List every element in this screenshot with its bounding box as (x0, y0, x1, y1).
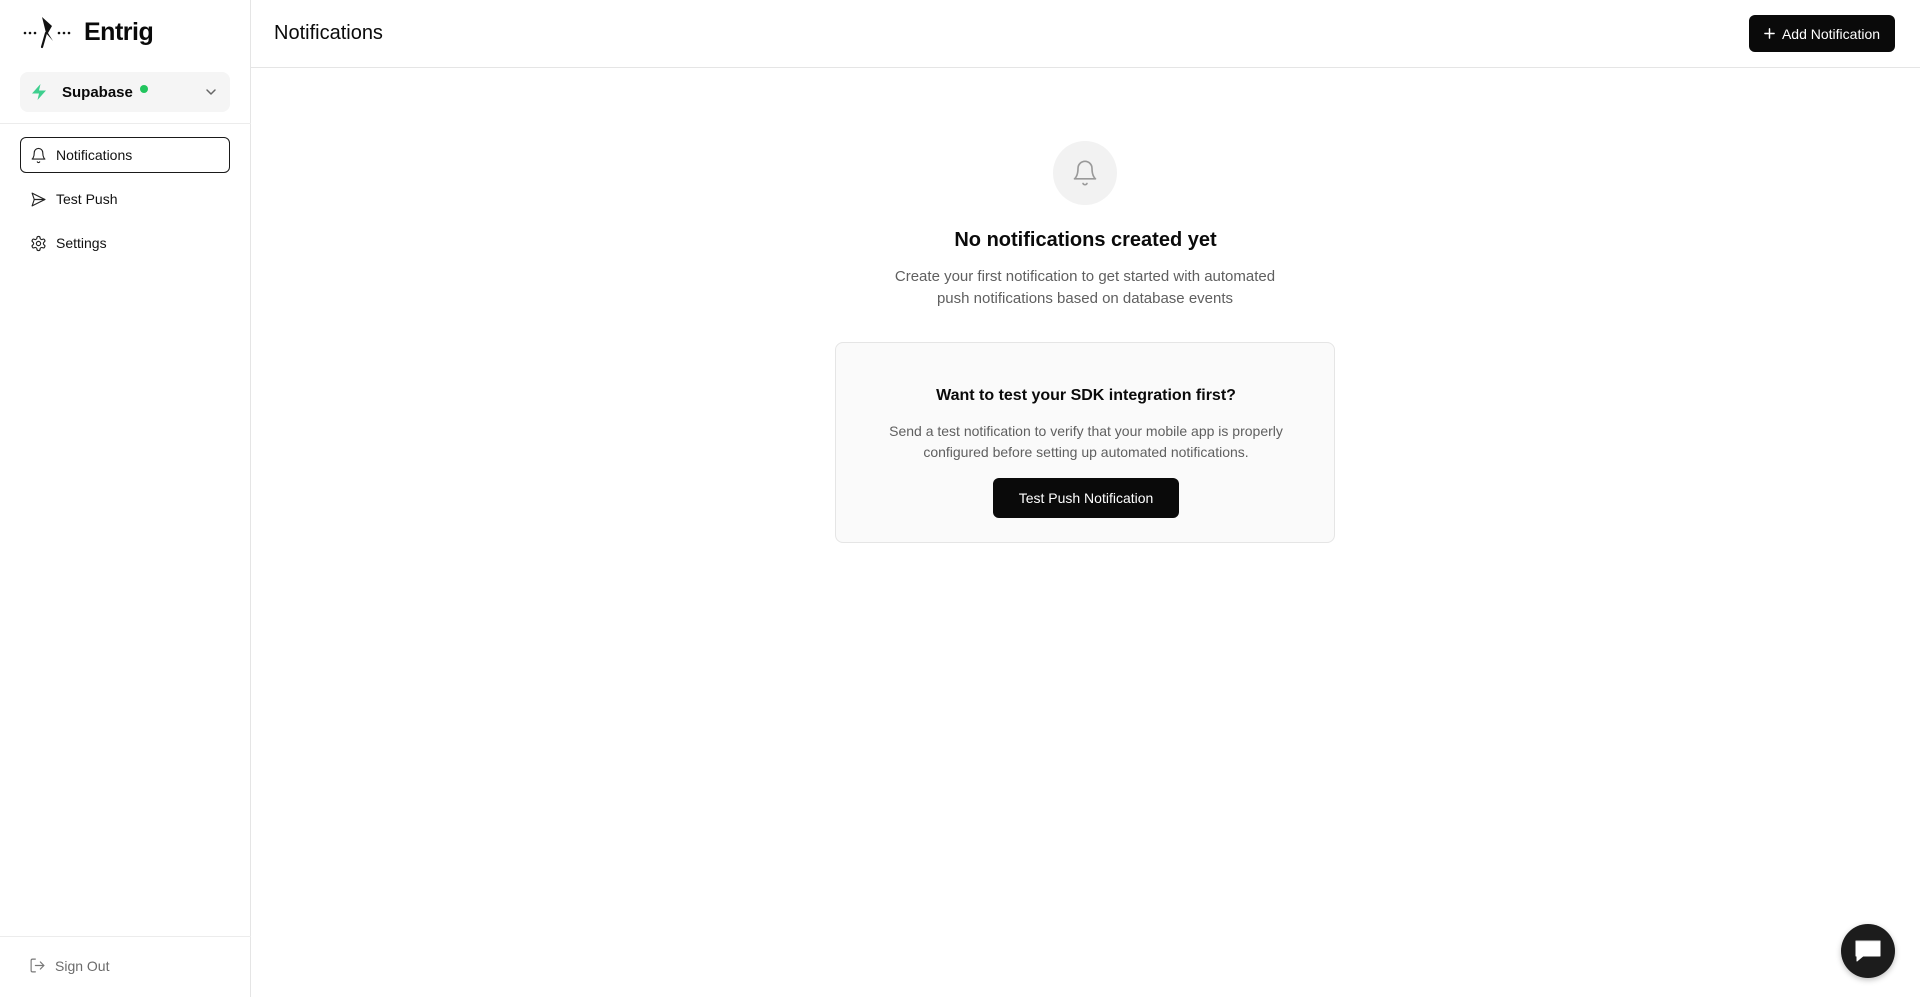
app-logo[interactable]: Entrig (22, 14, 154, 50)
empty-state-title: No notifications created yet (954, 229, 1217, 251)
test-card-title: Want to test your SDK integration first? (936, 387, 1236, 404)
chevron-down-icon (206, 89, 216, 95)
sidebar-item-label: Test Push (56, 191, 118, 207)
app-name: Entrig (84, 17, 154, 46)
page-title: Notifications (274, 22, 383, 44)
sign-out-button[interactable]: Sign Out (29, 957, 109, 974)
sidebar-divider (0, 936, 251, 937)
sidebar-item-settings[interactable]: Settings (20, 225, 230, 261)
empty-state-icon (1053, 141, 1117, 205)
add-notification-button[interactable]: Add Notification (1749, 15, 1895, 52)
test-sdk-card: Want to test your SDK integration first?… (835, 342, 1335, 543)
sign-out-icon (30, 958, 45, 973)
project-name: Supabase (62, 83, 133, 101)
sidebar-item-label: Settings (56, 235, 107, 251)
sidebar-item-test-push[interactable]: Test Push (20, 181, 230, 217)
test-push-notification-button[interactable]: Test Push Notification (993, 478, 1179, 518)
sidebar-divider (0, 123, 251, 124)
sign-out-label: Sign Out (55, 957, 110, 974)
logo-mark-icon (23, 17, 71, 49)
test-card-description: Send a test notification to verify that … (889, 423, 1283, 460)
page-header: Notifications Add Notification (251, 0, 1920, 68)
sidebar-item-notifications[interactable]: Notifications (20, 137, 230, 173)
sidebar-nav: Notifications Test Push Settings (20, 137, 230, 269)
chat-icon (1855, 940, 1881, 962)
bell-icon (1073, 160, 1097, 186)
sidebar-item-label: Notifications (56, 147, 133, 163)
status-dot (139, 85, 148, 93)
app-root: Entrig Supabase Notifications Test Push … (0, 0, 1920, 997)
send-icon (31, 192, 46, 206)
bolt-icon (32, 84, 46, 100)
project-switcher[interactable]: Supabase (20, 72, 230, 112)
chat-widget-button[interactable] (1841, 924, 1895, 978)
add-notification-label: Add Notification (1781, 25, 1881, 42)
plus-icon (1764, 28, 1775, 39)
bell-icon (31, 147, 46, 163)
empty-state-description: Create your first notification to get st… (894, 268, 1276, 307)
gear-icon (31, 235, 46, 251)
sidebar: Entrig Supabase Notifications Test Push … (0, 0, 251, 997)
